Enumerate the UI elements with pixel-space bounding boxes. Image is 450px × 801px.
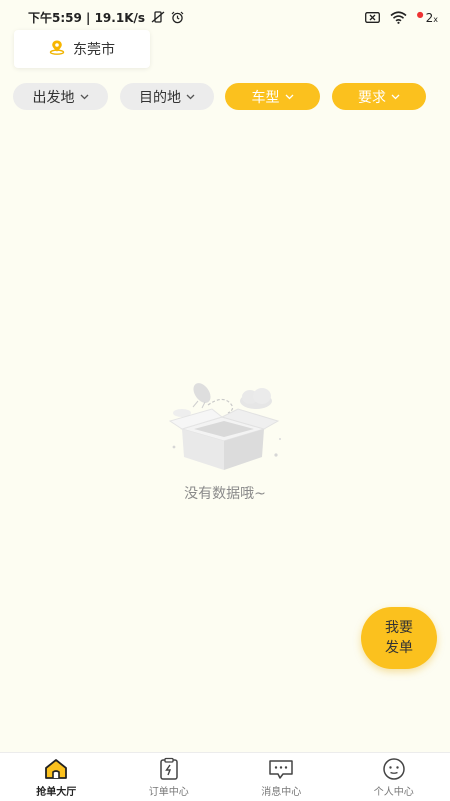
battery-indicator: ●2x [417, 10, 438, 25]
battery-unit: x [433, 15, 438, 24]
empty-state-text: 没有数据哦~ [184, 483, 266, 503]
empty-state: 没有数据哦~ [150, 375, 300, 503]
tab-personal-center-label: 个人中心 [374, 783, 414, 798]
tab-order-hall-label: 抢单大厅 [36, 783, 76, 798]
filter-departure[interactable]: 出发地 [13, 83, 108, 110]
chevron-down-icon [285, 94, 294, 100]
status-right: ●2x [365, 10, 438, 25]
user-face-icon [381, 757, 407, 781]
tab-message-center[interactable]: 消息中心 [225, 753, 338, 801]
filter-vehicle-type-label: 车型 [252, 87, 280, 107]
location-pin-icon [49, 39, 65, 59]
location-city: 东莞市 [73, 39, 115, 59]
wifi-icon [390, 11, 407, 24]
filter-departure-label: 出发地 [33, 87, 75, 107]
filter-bar: 出发地 目的地 车型 要求 [0, 83, 450, 111]
post-order-button[interactable]: 我要 发单 [361, 607, 437, 669]
post-order-label-line2: 发单 [385, 638, 413, 658]
home-icon [43, 757, 69, 781]
tab-order-hall[interactable]: 抢单大厅 [0, 753, 113, 801]
chevron-down-icon [80, 94, 89, 100]
chevron-down-icon [391, 94, 400, 100]
status-time: 下午5:59 | 19.1K/s [28, 9, 145, 26]
alarm-icon [171, 11, 184, 24]
filter-destination-label: 目的地 [139, 87, 181, 107]
battery-dot-icon: ● [417, 10, 424, 19]
filter-destination[interactable]: 目的地 [120, 83, 214, 110]
bottom-tab-bar: 抢单大厅 订单中心 消息中心 个人中心 [0, 752, 450, 801]
sim-off-icon [365, 12, 380, 23]
tab-order-center[interactable]: 订单中心 [113, 753, 226, 801]
filter-vehicle-type[interactable]: 车型 [225, 83, 320, 110]
empty-box-illustration [160, 375, 290, 475]
filter-requirements-label: 要求 [358, 87, 386, 107]
tab-message-center-label: 消息中心 [261, 783, 301, 798]
status-left: 下午5:59 | 19.1K/s [28, 9, 184, 26]
filter-requirements[interactable]: 要求 [332, 83, 426, 110]
vibrate-off-icon [151, 11, 165, 23]
tab-personal-center[interactable]: 个人中心 [338, 753, 450, 801]
chat-icon [268, 757, 294, 781]
location-selector[interactable]: 东莞市 [14, 30, 150, 68]
post-order-label-line1: 我要 [385, 618, 413, 638]
clipboard-icon [156, 757, 182, 781]
chevron-down-icon [186, 94, 195, 100]
tab-order-center-label: 订单中心 [149, 783, 189, 798]
status-bar: 下午5:59 | 19.1K/s ●2x [0, 0, 450, 34]
